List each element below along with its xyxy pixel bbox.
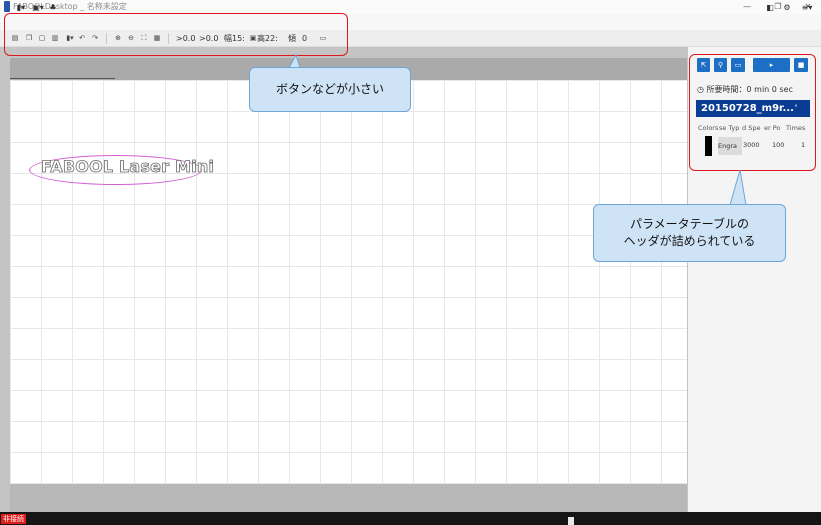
status-marker [568, 517, 574, 525]
callout-toolbar-note: ボタンなどが小さい [249, 67, 411, 112]
callout-table-line1: パラメータテーブルの [630, 217, 749, 231]
connection-status-badge[interactable]: 非接続 [1, 514, 26, 524]
callout-table-line2: ヘッダが詰められている [623, 234, 756, 248]
status-bar [0, 512, 821, 525]
callout-table-note: パラメータテーブルの ヘッダが詰められている [593, 204, 786, 262]
callout-toolbar-text: ボタンなどが小さい [275, 82, 384, 96]
callout-pointer-table [729, 169, 747, 206]
